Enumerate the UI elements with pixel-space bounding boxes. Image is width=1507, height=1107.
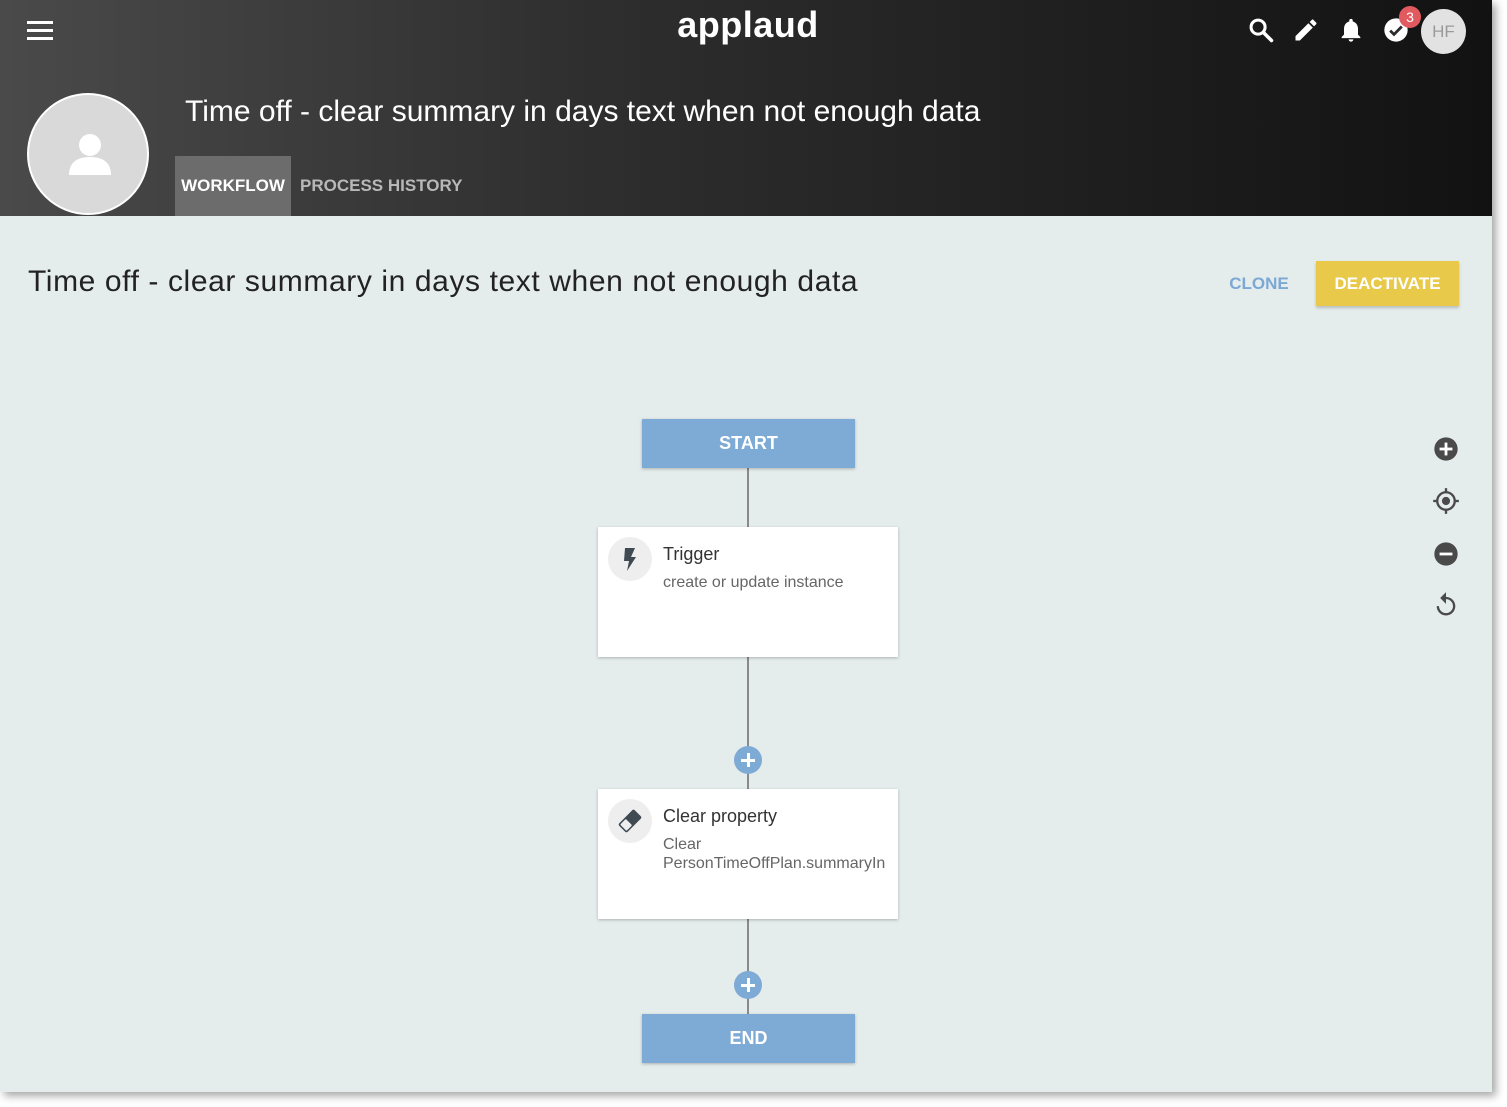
header-title: Time off - clear summary in days text wh… — [185, 95, 981, 128]
header-bar: applaud 3 HF Time off - clear summary in… — [0, 0, 1492, 216]
eraser-icon — [608, 799, 652, 843]
step-title: Trigger — [663, 544, 720, 564]
end-node[interactable]: END — [642, 1014, 855, 1063]
zoom-out-icon[interactable] — [1432, 540, 1460, 568]
person-icon — [69, 134, 111, 175]
app-window: applaud 3 HF Time off - clear summary in… — [0, 0, 1492, 1092]
trigger-step-card[interactable]: Trigger create or update instance — [598, 527, 898, 657]
add-step-button[interactable] — [734, 746, 762, 774]
tab-process-history[interactable]: PROCESS HISTORY — [300, 156, 462, 216]
connector-line — [747, 468, 749, 528]
lightning-icon — [608, 537, 652, 581]
clear-property-step-card[interactable]: Clear property Clear PersonTimeOffPlan.s… — [598, 789, 898, 919]
zoom-in-icon[interactable] — [1432, 435, 1460, 463]
start-node[interactable]: START — [642, 419, 855, 468]
user-avatar[interactable]: HF — [1421, 9, 1466, 54]
connector-line — [747, 918, 749, 1015]
step-title: Clear property — [663, 806, 778, 826]
recenter-icon[interactable] — [1432, 487, 1460, 515]
page-title: Time off - clear summary in days text wh… — [28, 265, 859, 298]
notification-badge: 3 — [1399, 6, 1421, 28]
add-step-button[interactable] — [734, 971, 762, 999]
reset-icon[interactable] — [1432, 591, 1460, 619]
clone-button[interactable]: CLONE — [1218, 261, 1300, 306]
step-subtitle: Clear PersonTimeOffPlan.summaryIn — [663, 836, 886, 872]
search-icon[interactable] — [1247, 16, 1275, 44]
app-logo: applaud — [677, 4, 819, 45]
hamburger-menu-icon[interactable] — [27, 20, 53, 42]
deactivate-button[interactable]: DEACTIVATE — [1316, 261, 1459, 306]
tab-workflow[interactable]: WORKFLOW — [175, 156, 291, 216]
step-subtitle: create or update instance — [663, 574, 844, 591]
bell-icon[interactable] — [1337, 16, 1365, 44]
workflow-avatar — [27, 93, 149, 215]
pencil-icon[interactable] — [1292, 16, 1320, 44]
